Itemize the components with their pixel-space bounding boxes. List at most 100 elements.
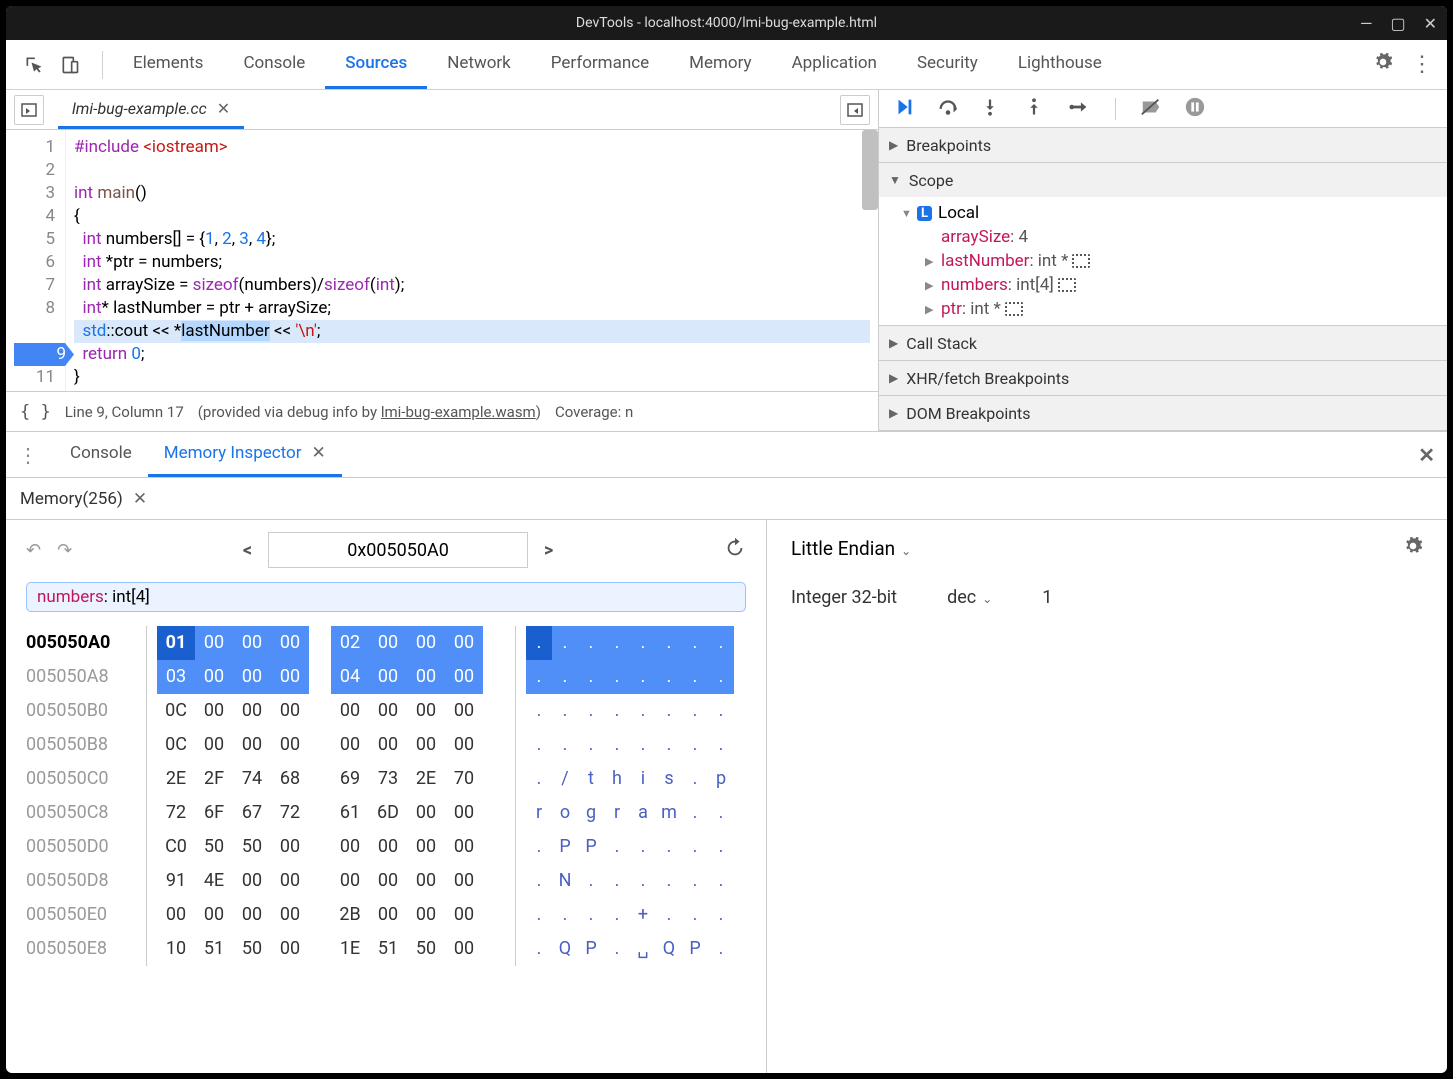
byte[interactable]: 00	[407, 694, 445, 728]
byte[interactable]: 0C	[157, 694, 195, 728]
scope-local[interactable]: ▼LLocal	[879, 201, 1447, 225]
hex-row[interactable]: 005050D0C050500000000000.PP.....	[26, 830, 746, 864]
undo-icon[interactable]: ↶	[26, 540, 41, 561]
hex-row[interactable]: 005050C8726F6772616D0000rogram..	[26, 796, 746, 830]
scope-var-lastNumber[interactable]: ▶lastNumber: int *	[879, 249, 1447, 273]
byte[interactable]: 00	[369, 660, 407, 694]
byte[interactable]: 00	[445, 830, 483, 864]
byte[interactable]: 51	[195, 932, 233, 966]
hex-row[interactable]: 005050A80300000004000000........	[26, 660, 746, 694]
byte[interactable]: 00	[233, 864, 271, 898]
close-icon[interactable]: ✕	[312, 443, 326, 463]
tab-console[interactable]: Console	[223, 40, 325, 89]
scope-var-ptr[interactable]: ▶ptr: int *	[879, 297, 1447, 321]
byte[interactable]: 00	[369, 626, 407, 660]
hex-row[interactable]: 005050B00C00000000000000........	[26, 694, 746, 728]
byte[interactable]: 00	[445, 728, 483, 762]
byte[interactable]: 00	[233, 694, 271, 728]
next-page-icon[interactable]: >	[544, 540, 553, 561]
file-tab[interactable]: lmi-bug-example.cc ✕	[58, 90, 244, 129]
byte[interactable]: 6F	[195, 796, 233, 830]
byte[interactable]: 73	[369, 762, 407, 796]
tab-lighthouse[interactable]: Lighthouse	[998, 40, 1122, 89]
byte[interactable]: 00	[445, 660, 483, 694]
byte[interactable]: 00	[271, 932, 309, 966]
byte[interactable]: 00	[445, 864, 483, 898]
byte[interactable]: 1E	[331, 932, 369, 966]
byte[interactable]: 00	[407, 626, 445, 660]
memory-icon[interactable]	[1072, 254, 1090, 268]
byte[interactable]: 00	[271, 728, 309, 762]
xhr-breakpoints-section[interactable]: ▶XHR/fetch Breakpoints	[879, 361, 1447, 395]
minimize-icon[interactable]: —	[1360, 14, 1373, 33]
scope-section[interactable]: ▼Scope	[879, 163, 1447, 197]
close-drawer-icon[interactable]: ✕	[1418, 443, 1435, 467]
tab-elements[interactable]: Elements	[113, 40, 223, 89]
byte[interactable]: 04	[331, 660, 369, 694]
byte[interactable]: 70	[445, 762, 483, 796]
byte[interactable]: 2E	[157, 762, 195, 796]
breakpoints-section[interactable]: ▶Breakpoints	[879, 128, 1447, 162]
drawer-tab-memory-inspector[interactable]: Memory Inspector✕	[148, 432, 342, 477]
byte[interactable]: 00	[233, 626, 271, 660]
hex-row[interactable]: 005050E8105150001E515000.QP.␣QP.	[26, 932, 746, 966]
byte[interactable]: 50	[407, 932, 445, 966]
memory-tab[interactable]: Memory(256)✕	[20, 489, 147, 509]
byte[interactable]: 00	[369, 728, 407, 762]
code-editor[interactable]: 123456789101112 #include <iostream> int …	[6, 130, 878, 391]
byte[interactable]: 10	[157, 932, 195, 966]
byte[interactable]: 01	[157, 626, 195, 660]
byte[interactable]: 03	[157, 660, 195, 694]
byte[interactable]: 00	[271, 694, 309, 728]
byte[interactable]: 50	[233, 830, 271, 864]
settings-icon[interactable]	[1373, 52, 1393, 77]
byte[interactable]: 74	[233, 762, 271, 796]
byte[interactable]: 50	[195, 830, 233, 864]
byte[interactable]: 50	[233, 932, 271, 966]
scope-var-arraySize[interactable]: arraySize: 4	[879, 225, 1447, 249]
settings-icon[interactable]	[1403, 536, 1423, 561]
tab-sources[interactable]: Sources	[325, 40, 427, 89]
close-icon[interactable]: ✕	[217, 99, 230, 118]
byte[interactable]: 00	[331, 694, 369, 728]
byte[interactable]: 00	[445, 626, 483, 660]
redo-icon[interactable]: ↷	[57, 540, 72, 561]
byte[interactable]: 00	[445, 932, 483, 966]
byte[interactable]: 00	[407, 796, 445, 830]
prev-page-icon[interactable]: <	[243, 540, 252, 561]
tab-performance[interactable]: Performance	[531, 40, 669, 89]
byte[interactable]: 91	[157, 864, 195, 898]
byte[interactable]: 00	[157, 898, 195, 932]
tab-network[interactable]: Network	[427, 40, 531, 89]
address-input[interactable]	[268, 532, 528, 568]
byte[interactable]: 00	[445, 694, 483, 728]
snippets-icon[interactable]	[840, 95, 870, 125]
pretty-print-icon[interactable]: { }	[20, 402, 51, 422]
byte[interactable]: 72	[271, 796, 309, 830]
byte[interactable]: 0C	[157, 728, 195, 762]
byte[interactable]: 00	[271, 864, 309, 898]
byte[interactable]: 00	[271, 898, 309, 932]
byte[interactable]: 00	[445, 898, 483, 932]
byte[interactable]: 00	[195, 728, 233, 762]
endianness-selector[interactable]: Little Endian⌄	[791, 537, 911, 560]
hex-row[interactable]: 005050E0000000002B000000....+...	[26, 898, 746, 932]
tab-memory[interactable]: Memory	[669, 40, 771, 89]
byte[interactable]: 00	[233, 898, 271, 932]
byte[interactable]: 00	[331, 864, 369, 898]
byte[interactable]: 6D	[369, 796, 407, 830]
byte[interactable]: 2F	[195, 762, 233, 796]
byte[interactable]: 00	[195, 660, 233, 694]
object-chip[interactable]: numbers: int[4]	[26, 582, 746, 612]
byte[interactable]: 69	[331, 762, 369, 796]
byte[interactable]: 00	[407, 898, 445, 932]
byte[interactable]: 00	[369, 898, 407, 932]
hex-row[interactable]: 005050C02E2F746869732E70./this.p	[26, 762, 746, 796]
byte[interactable]: 00	[331, 830, 369, 864]
byte[interactable]: 2B	[331, 898, 369, 932]
byte[interactable]: 00	[369, 864, 407, 898]
callstack-section[interactable]: ▶Call Stack	[879, 326, 1447, 360]
byte[interactable]: 00	[407, 728, 445, 762]
byte[interactable]: C0	[157, 830, 195, 864]
tab-security[interactable]: Security	[897, 40, 998, 89]
